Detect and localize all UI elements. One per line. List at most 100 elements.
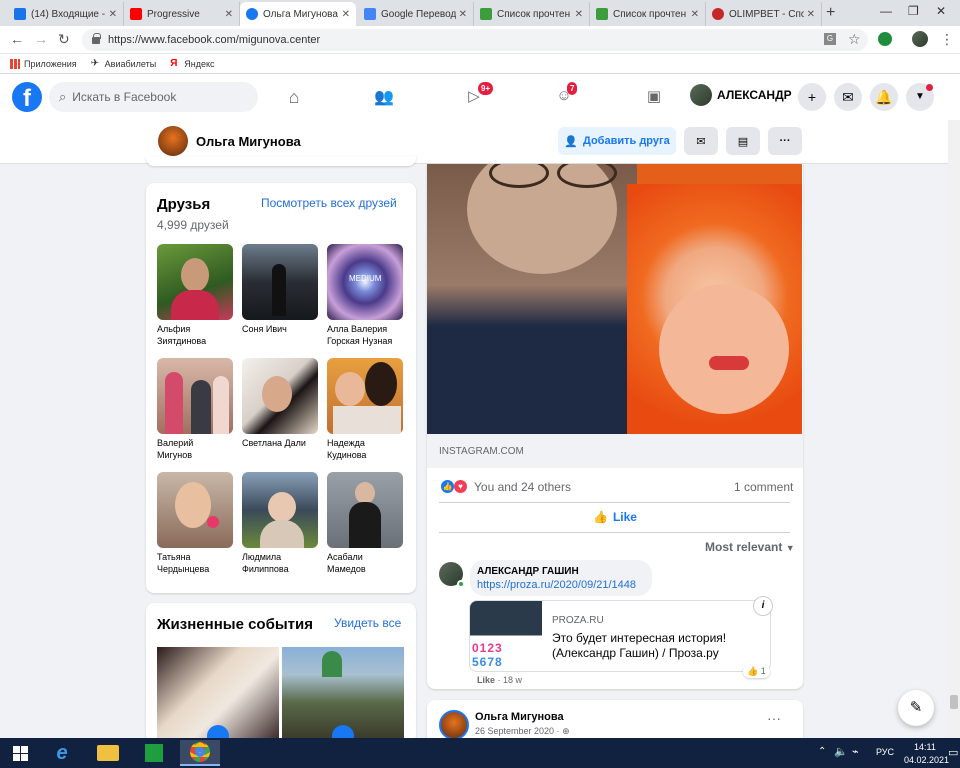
messenger-icon[interactable]: ✉ xyxy=(834,83,862,111)
url-field[interactable]: https://www.facebook.com/migunova.center xyxy=(82,29,868,51)
friend-tile[interactable]: Валерий Мигунов xyxy=(157,358,233,461)
bookmarks-bar: Приложения ✈ Авиабилеты Я Яндекс xyxy=(0,54,960,74)
tab-olimpbet[interactable]: OLIMPBET - Спо ✕ xyxy=(706,2,822,26)
reactions-summary[interactable]: You and 24 others xyxy=(474,480,571,494)
friend-photo xyxy=(242,358,318,434)
profile-avatar[interactable] xyxy=(158,126,188,156)
clock-time[interactable]: 14:11 xyxy=(914,742,936,752)
tab-facebook[interactable]: Ольга Мигунова ✕ xyxy=(240,2,356,26)
add-friend-button[interactable]: 👤 Добавить друга xyxy=(558,127,676,155)
tab-reading-list-2[interactable]: Список прочтен ✕ xyxy=(590,2,706,26)
close-icon[interactable]: ✕ xyxy=(575,9,583,20)
close-icon[interactable]: ✕ xyxy=(342,9,350,20)
action-center-icon[interactable]: ▭ xyxy=(948,746,958,759)
friend-tile[interactable]: Надежда Кудинова xyxy=(327,358,403,461)
user-avatar xyxy=(690,84,712,106)
life-event-photo[interactable] xyxy=(282,647,404,739)
more-options-button[interactable]: ··· xyxy=(768,127,802,155)
event-icon xyxy=(207,725,229,739)
friends-icon[interactable]: 👥 xyxy=(373,87,395,107)
gaming-icon[interactable]: ▣ xyxy=(643,87,665,107)
friend-photo xyxy=(157,358,233,434)
tab-youtube[interactable]: Progressive ✕ xyxy=(124,2,240,26)
file-explorer-icon[interactable] xyxy=(88,740,128,766)
window-close-icon[interactable]: ✕ xyxy=(936,4,946,18)
store-icon[interactable] xyxy=(134,740,174,766)
tab-reading-list-1[interactable]: Список прочтен ✕ xyxy=(474,2,590,26)
post-more-icon[interactable]: ··· xyxy=(767,710,781,726)
chrome-taskbar-icon[interactable] xyxy=(180,740,220,766)
new-tab-icon[interactable]: + xyxy=(826,4,835,22)
bookmark-yandex[interactable]: Я Яндекс xyxy=(170,58,214,69)
search-input[interactable]: ⌕ Искать в Facebook xyxy=(49,82,258,112)
minimize-icon[interactable]: — xyxy=(880,4,892,18)
comment-reaction-count[interactable]: 👍 1 xyxy=(743,665,770,678)
close-icon[interactable]: ✕ xyxy=(109,9,117,20)
friend-tile[interactable]: Светлана Дали xyxy=(242,358,318,449)
translate-page-icon[interactable]: G xyxy=(824,33,836,45)
profile-avatar[interactable] xyxy=(912,31,928,47)
tab-google-translate[interactable]: Google Перевод ✕ xyxy=(358,2,474,26)
plane-icon: ✈ xyxy=(90,57,100,69)
windows-start-icon[interactable] xyxy=(0,740,40,766)
back-icon[interactable]: ← xyxy=(10,31,24,47)
comment-sort-dropdown[interactable]: Most relevant ▼ xyxy=(705,540,795,554)
friend-tile[interactable]: Альфия Зиятдинова xyxy=(157,244,233,347)
profile-name[interactable]: Ольга Мигунова xyxy=(196,134,301,149)
bookmark-apps[interactable]: Приложения xyxy=(10,58,77,69)
friend-photo xyxy=(327,358,403,434)
close-icon[interactable]: ✕ xyxy=(459,9,467,20)
like-button[interactable]: 👍 Like xyxy=(593,510,637,524)
notifications-icon[interactable]: 🔔 xyxy=(870,83,898,111)
comment-link[interactable]: https://proza.ru/2020/09/21/1448 xyxy=(477,579,636,591)
post-author-avatar[interactable] xyxy=(439,710,469,740)
link-preview-card[interactable]: 0123 5678 PROZA.RU Это будет интересная … xyxy=(469,600,771,672)
close-icon[interactable]: ✕ xyxy=(691,9,699,20)
post-link-source[interactable]: INSTAGRAM.COM xyxy=(439,446,524,457)
reload-icon[interactable]: ↻ xyxy=(58,31,70,48)
follow-button[interactable]: ▤ xyxy=(726,127,760,155)
tab-inbox[interactable]: (14) Входящие - ✕ xyxy=(8,2,124,26)
internet-explorer-icon[interactable]: e xyxy=(42,740,82,766)
facebook-header: f ⌕ Искать в Facebook ⌂ 👥 ▷ 9+ ☺ 7 ▣ АЛЕ… xyxy=(0,74,960,120)
user-profile-chip[interactable]: АЛЕКСАНДР xyxy=(690,84,792,106)
friend-tile[interactable]: Людмила Филиппова xyxy=(242,472,318,575)
menu-dots-icon[interactable]: ⋮ xyxy=(940,31,954,48)
comment-actions: Like · 18 w xyxy=(477,675,522,685)
forward-icon[interactable]: → xyxy=(34,31,48,47)
close-icon[interactable]: ✕ xyxy=(807,9,815,20)
create-icon[interactable]: + xyxy=(798,83,826,111)
see-all-life-events-link[interactable]: Увидеть все xyxy=(334,616,401,630)
sheet-icon xyxy=(596,8,608,20)
life-event-photo[interactable] xyxy=(157,647,279,739)
friend-tile[interactable]: Татьяна Чердынцева xyxy=(157,472,233,575)
comment-author[interactable]: АЛЕКСАНДР ГАШИН xyxy=(477,566,579,577)
page-scrollbar[interactable] xyxy=(948,120,960,738)
post-author-name[interactable]: Ольга Мигунова xyxy=(475,711,564,723)
scrollbar-thumb[interactable] xyxy=(950,695,958,709)
message-button[interactable]: ✉ xyxy=(684,127,718,155)
friend-tile[interactable]: Асабали Мамедов xyxy=(327,472,403,575)
tray-chevron-icon[interactable]: ⌃ xyxy=(818,746,826,757)
clock-date[interactable]: 04.02.2021 xyxy=(904,755,949,765)
facebook-logo-icon[interactable]: f xyxy=(12,82,42,112)
language-indicator[interactable]: РУС xyxy=(876,747,894,757)
see-all-friends-link[interactable]: Посмотреть всех друзей xyxy=(261,196,397,210)
windows-taskbar: e ⌃ 🔈 ⌁ РУС 14:11 04.02.2021 ▭ xyxy=(0,738,960,768)
info-icon[interactable]: i xyxy=(753,596,773,616)
post-date[interactable]: 26 September 2020 · ⊕ xyxy=(475,726,570,737)
restore-icon[interactable]: ❐ xyxy=(908,4,919,18)
comment-like-link[interactable]: Like xyxy=(477,675,495,685)
extension-icon[interactable] xyxy=(878,32,892,46)
comments-count[interactable]: 1 comment xyxy=(734,480,793,494)
volume-icon[interactable]: 🔈 xyxy=(834,745,848,758)
network-icon[interactable]: ⌁ xyxy=(852,745,859,758)
friend-tile[interactable]: MEDIUM Алла Валерия Горская Нузная xyxy=(327,244,403,347)
new-message-icon[interactable]: ✎ xyxy=(898,690,934,726)
close-icon[interactable]: ✕ xyxy=(225,9,233,20)
home-icon[interactable]: ⌂ xyxy=(283,87,305,107)
bookmark-star-icon[interactable]: ☆ xyxy=(848,31,861,48)
friend-tile[interactable]: Соня Ивич xyxy=(242,244,318,335)
post-photo[interactable] xyxy=(427,164,802,434)
bookmark-flights[interactable]: ✈ Авиабилеты xyxy=(90,57,157,69)
